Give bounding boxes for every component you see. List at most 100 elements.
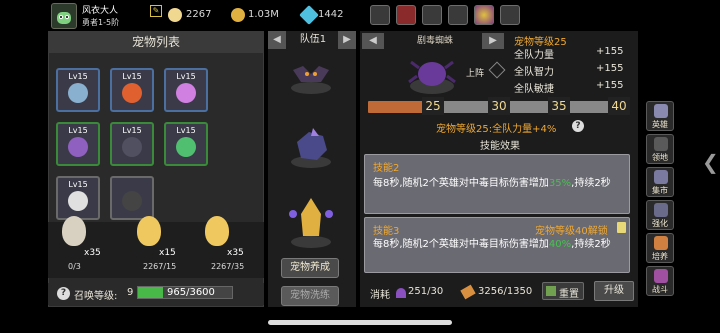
player-name: 风衣大人 — [82, 6, 119, 16]
upgrade-button[interactable]: 升级 — [594, 281, 634, 301]
pet-level: Lv15 — [176, 126, 196, 135]
pet-level: Lv15 — [68, 180, 88, 189]
reset-button[interactable]: 重置 — [542, 282, 584, 300]
level-bar-filled — [368, 101, 428, 113]
skill-header: 技能效果 — [480, 141, 520, 152]
skill-box-3: 技能3 宠物等级40解锁 每8秒,随机2个英雄对中毒目标伤害增加40%,持续2秒 — [364, 217, 630, 273]
level-bonus: 宠物等级25:全队力量+4% — [436, 124, 557, 135]
pet-level: Lv15 — [122, 126, 142, 135]
gear-icon[interactable] — [448, 5, 468, 25]
pet-name: 剧毒蜘蛛 — [416, 36, 453, 46]
skill-3-lock-label: 宠物等级40解锁 — [535, 226, 608, 237]
stat-value: +155 — [596, 80, 624, 91]
egg-count: 2267 — [186, 9, 212, 20]
pet-card[interactable]: Lv15 — [110, 68, 154, 112]
fire-demon-pet-icon — [122, 83, 142, 103]
summon-progress-text: 965/3600 — [167, 287, 215, 298]
team-next-arrow-icon[interactable]: ▶ — [338, 31, 356, 49]
spider-shard-icon — [396, 288, 406, 298]
cost-1: 251/30 — [408, 286, 444, 297]
reset-icon — [546, 286, 556, 296]
pet-level: Lv15 — [122, 72, 142, 81]
player-rank: 勇者1-5阶 — [82, 18, 120, 27]
stat-value: +155 — [596, 46, 624, 57]
player-avatar[interactable] — [51, 3, 77, 29]
egg-icon[interactable] — [62, 216, 86, 246]
egg-icon[interactable] — [137, 216, 161, 246]
stat-label: 全队力量 — [514, 50, 554, 61]
stat-label: 全队智力 — [514, 67, 554, 78]
collapse-arrow-icon[interactable]: ❮ — [702, 150, 719, 174]
hero-icon — [654, 104, 668, 118]
pet-prev-arrow-icon[interactable]: ◀ — [362, 33, 384, 49]
controller-icon[interactable] — [422, 5, 442, 25]
side-nav-enhance[interactable]: 强化 — [646, 200, 674, 230]
cost-label: 消耗 — [370, 290, 390, 301]
level-mark: 40 — [608, 97, 630, 115]
enhance-icon — [654, 203, 668, 217]
help-icon[interactable]: ? — [57, 287, 70, 300]
pet-card[interactable]: Lv15 — [164, 122, 208, 166]
wheel-icon[interactable] — [474, 5, 494, 25]
stat-value: +155 — [596, 63, 624, 74]
pet-next-arrow-icon[interactable]: ▶ — [482, 33, 504, 49]
side-nav-territory[interactable]: 领地 — [646, 134, 674, 164]
pet-card[interactable]: Lv15 — [56, 176, 100, 220]
pet-refine-button[interactable]: 宠物洗练 — [281, 286, 339, 306]
bonus-help-icon[interactable]: ? — [572, 120, 584, 132]
gold-count: 1.03M — [248, 9, 279, 20]
skill-2-desc: 每8秒,随机2个英雄对中毒目标伤害增加35%,持续2秒 — [373, 178, 611, 189]
team-slot-3-golden-spirit-icon[interactable] — [283, 190, 339, 250]
egg-count: x35 — [227, 248, 244, 258]
team-slot-1-bat-icon[interactable] — [283, 52, 339, 96]
egg-icon — [168, 8, 182, 22]
pink-ghost-pet-icon — [176, 83, 196, 103]
sword-icon[interactable] — [500, 5, 520, 25]
side-nav-label: 培养 — [652, 252, 668, 261]
skull-pet-icon — [68, 83, 88, 103]
side-nav-label: 集市 — [652, 186, 668, 195]
pet-train-button[interactable]: 宠物养成 — [281, 258, 339, 278]
shop-icon[interactable] — [370, 5, 390, 25]
pet-card[interactable]: Lv15 — [56, 68, 100, 112]
pet-card[interactable] — [110, 176, 154, 220]
battle-icon — [654, 269, 668, 283]
side-nav-market[interactable]: 集市 — [646, 167, 674, 197]
egg-progress: 2267/35 — [211, 262, 245, 271]
skill-box-2: 技能2 每8秒,随机2个英雄对中毒目标伤害增加35%,持续2秒 — [364, 154, 630, 214]
slime-avatar-icon — [57, 12, 71, 24]
territory-icon — [654, 137, 668, 151]
team-slot-2-unicorn-icon[interactable] — [283, 122, 339, 170]
pet-portrait-spider-icon — [408, 60, 456, 94]
bat-pet-icon — [122, 137, 142, 157]
side-nav-cultivate[interactable]: 培养 — [646, 233, 674, 263]
gem-icon — [299, 5, 319, 25]
egg-count: x35 — [84, 248, 101, 258]
locked-pet-icon — [122, 191, 142, 211]
pet-card[interactable]: Lv15 — [56, 122, 100, 166]
side-nav-label: 英雄 — [652, 120, 668, 129]
white-skeleton-pet-icon — [68, 191, 88, 211]
deploy-label: 上阵 — [466, 69, 485, 79]
level-mark: 35 — [548, 97, 570, 115]
team-label: 队伍1 — [299, 34, 327, 45]
purple-skull-pet-icon — [68, 137, 88, 157]
summon-level: 9 — [127, 287, 134, 298]
level-mark: 25 — [422, 97, 444, 115]
pet-card[interactable]: Lv15 — [164, 68, 208, 112]
skill-3-name: 技能3 — [373, 226, 400, 237]
side-nav-label: 强化 — [652, 219, 668, 228]
skill-3-desc: 每8秒,随机2个英雄对中毒目标伤害增加40%,持续2秒 — [373, 239, 611, 250]
egg-progress: 0/3 — [68, 262, 81, 271]
level-mark: 30 — [488, 97, 510, 115]
team-prev-arrow-icon[interactable]: ◀ — [268, 31, 286, 49]
egg-icon[interactable] — [205, 216, 229, 246]
summon-label: 召唤等级: — [74, 291, 118, 302]
skill-2-name: 技能2 — [373, 163, 400, 174]
edit-name-icon[interactable]: ✎ — [150, 5, 162, 17]
gift-icon[interactable] — [396, 5, 416, 25]
side-nav-battle[interactable]: 战斗 — [646, 266, 674, 296]
pet-card[interactable]: Lv15 — [110, 122, 154, 166]
level-bar-empty — [428, 101, 628, 113]
side-nav-hero[interactable]: 英雄 — [646, 101, 674, 131]
